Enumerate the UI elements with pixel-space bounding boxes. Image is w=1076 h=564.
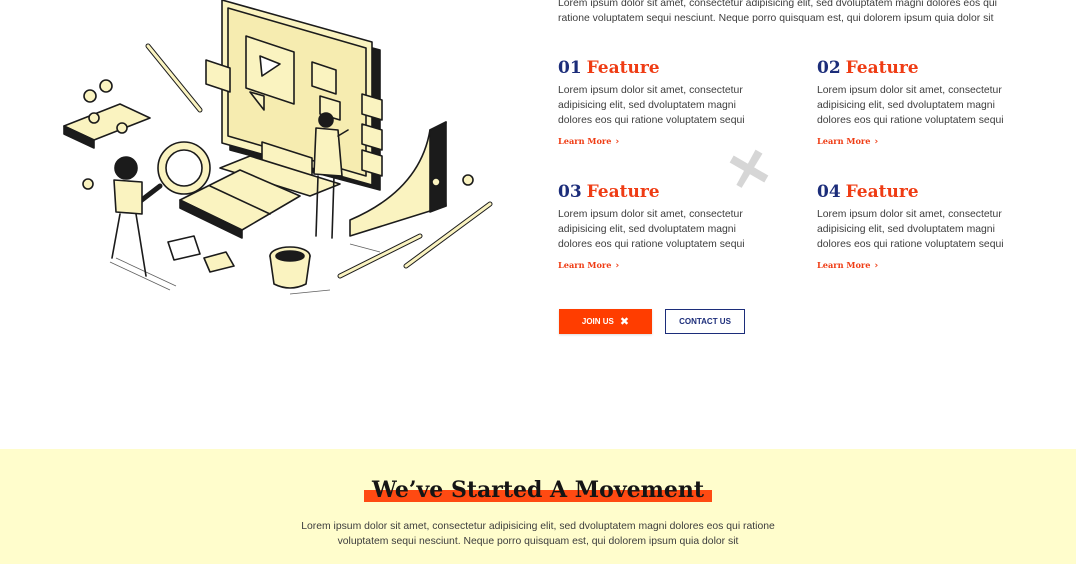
- movement-title-wrap: We’ve Started A Movement: [0, 477, 1076, 503]
- feature-number: 02: [817, 58, 841, 78]
- join-us-button[interactable]: JOIN US ✖: [559, 309, 652, 334]
- feature-title: 04 Feature: [817, 182, 1017, 202]
- feature-card-01: 01 Feature Lorem ipsum dolor sit amet, co…: [558, 58, 758, 149]
- join-us-label: JOIN US: [581, 317, 614, 326]
- learn-more-label: Learn More: [558, 260, 612, 270]
- feature-description: Lorem ipsum dolor sit amet, consectetur …: [558, 209, 745, 250]
- learn-more-link[interactable]: Learn More ›: [817, 260, 878, 271]
- feature-heading: Feature: [586, 58, 660, 78]
- close-x-icon: ✖: [619, 315, 630, 328]
- chevron-right-icon: ›: [874, 137, 879, 147]
- hero-illustration: [63, 0, 493, 295]
- chevron-right-icon: ›: [874, 261, 879, 271]
- feature-description: Lorem ipsum dolor sit amet, consectetur …: [817, 85, 1004, 126]
- learn-more-label: Learn More: [558, 136, 612, 146]
- movement-title-text: We’ve Started A Movement: [371, 477, 705, 503]
- learn-more-label: Learn More: [817, 260, 871, 270]
- feature-title: 02 Feature: [817, 58, 1017, 78]
- movement-title: We’ve Started A Movement: [363, 477, 713, 503]
- feature-title: 01 Feature: [558, 58, 758, 78]
- contact-us-label: CONTACT US: [679, 317, 731, 326]
- feature-number: 03: [558, 182, 582, 202]
- feature-number: 01: [558, 58, 582, 78]
- learn-more-label: Learn More: [817, 136, 871, 146]
- feature-number: 04: [817, 182, 841, 202]
- movement-text: Lorem ipsum dolor sit amet, consectetur …: [301, 521, 775, 547]
- feature-description: Lorem ipsum dolor sit amet, consectetur …: [817, 209, 1004, 250]
- feature-description: Lorem ipsum dolor sit amet, consectetur …: [558, 85, 745, 126]
- feature-card-03: 03 Feature Lorem ipsum dolor sit amet, co…: [558, 182, 758, 273]
- chevron-right-icon: ›: [615, 137, 620, 147]
- feature-card-02: 02 Feature Lorem ipsum dolor sit amet, co…: [817, 58, 1017, 149]
- feature-heading: Feature: [845, 58, 919, 78]
- movement-section: We’ve Started A Movement Lorem ipsum dol…: [0, 449, 1076, 564]
- contact-us-button[interactable]: CONTACT US: [665, 309, 745, 334]
- learn-more-link[interactable]: Learn More ›: [558, 136, 619, 147]
- chevron-right-icon: ›: [615, 261, 620, 271]
- feature-title: 03 Feature: [558, 182, 758, 202]
- learn-more-link[interactable]: Learn More ›: [817, 136, 878, 147]
- feature-heading: Feature: [845, 182, 919, 202]
- intro-text: Lorem ipsum dolor sit amet, consectetur …: [558, 0, 997, 24]
- feature-heading: Feature: [586, 182, 660, 202]
- learn-more-link[interactable]: Learn More ›: [558, 260, 619, 271]
- feature-card-04: 04 Feature Lorem ipsum dolor sit amet, co…: [817, 182, 1017, 273]
